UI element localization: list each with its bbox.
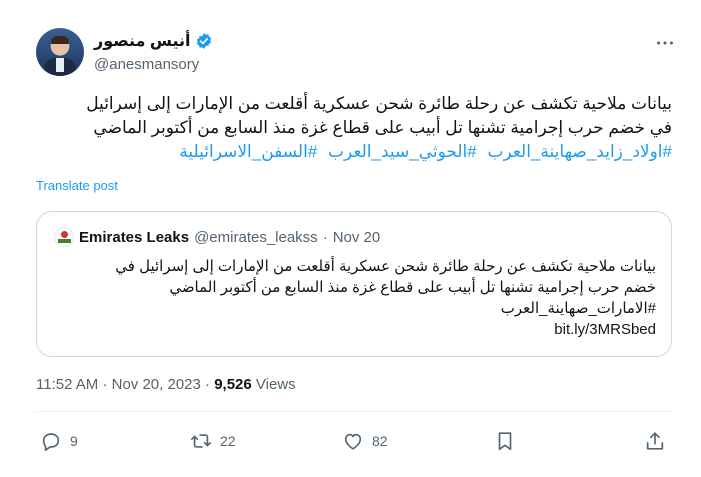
quoted-handle[interactable]: @emirates_leakss xyxy=(194,229,318,246)
quoted-avatar[interactable] xyxy=(54,227,74,247)
quoted-line: بيانات ملاحية تكشف عن رحلة طائرة شحن عسك… xyxy=(115,258,656,275)
repost-count: 22 xyxy=(220,433,236,449)
quoted-display-name[interactable]: Emirates Leaks xyxy=(79,229,189,246)
author-handle[interactable]: @anesmansory xyxy=(94,56,199,73)
views-label: Views xyxy=(255,376,296,393)
views-count[interactable]: 9,526 xyxy=(214,376,252,393)
hashtag-link[interactable]: #اولاد_زايد_صهاينة_العرب xyxy=(487,142,672,161)
bookmark-button[interactable] xyxy=(494,430,516,452)
like-count: 82 xyxy=(372,433,388,449)
reply-icon xyxy=(42,433,60,451)
separator: · xyxy=(322,228,328,246)
action-bar: 9 22 82 xyxy=(36,430,672,456)
quoted-hashtag[interactable]: #الامارات_صهاينة_العرب xyxy=(54,298,656,319)
quoted-line: خضم حرب إجرامية تشنها تل أبيب على قطاع غ… xyxy=(169,279,656,296)
bookmark-icon xyxy=(498,432,512,451)
like-button[interactable]: 82 xyxy=(342,430,388,452)
quoted-body: بيانات ملاحية تكشف عن رحلة طائرة شحن عسك… xyxy=(54,256,656,340)
translate-post-link[interactable]: Translate post xyxy=(36,178,118,193)
tweet-body: بيانات ملاحية تكشف عن رحلة طائرة شحن عسك… xyxy=(36,92,672,164)
quoted-post-header: Emirates Leaks @emirates_leakss · Nov 20 xyxy=(54,227,380,247)
more-options-icon[interactable] xyxy=(654,32,676,54)
tweet-header: أنيس منصور @anesmansory xyxy=(36,28,676,80)
repost-icon xyxy=(191,434,211,448)
reply-count: 9 xyxy=(70,433,78,449)
reply-button[interactable]: 9 xyxy=(40,430,78,452)
author-display-name[interactable]: أنيس منصور xyxy=(94,31,191,51)
heart-icon xyxy=(344,433,362,450)
separator: · xyxy=(102,376,108,393)
share-button[interactable] xyxy=(644,430,666,452)
hashtag-link[interactable]: #السفن_الاسرائيلية xyxy=(179,142,317,161)
quoted-link[interactable]: bit.ly/3MRSbed xyxy=(54,319,656,340)
hashtag-list: #اولاد_زايد_صهاينة_العرب #الحوثي_سيد_الع… xyxy=(36,140,672,164)
name-row: أنيس منصور xyxy=(94,31,213,51)
avatar-shirt xyxy=(56,58,64,72)
share-icon xyxy=(646,432,664,450)
repost-button[interactable]: 22 xyxy=(190,430,236,452)
quoted-post-card[interactable]: Emirates Leaks @emirates_leakss · Nov 20… xyxy=(36,211,672,357)
tweet-line: في خضم حرب إجرامية تشنها تل أبيب على قطا… xyxy=(93,118,672,137)
post-metadata: 11:52 AM · Nov 20, 2023 · 9,526 Views xyxy=(36,376,296,393)
post-time[interactable]: 11:52 AM xyxy=(36,376,98,393)
quoted-date[interactable]: Nov 20 xyxy=(333,229,381,246)
separator: · xyxy=(205,376,211,393)
avatar[interactable] xyxy=(36,28,84,76)
verified-badge-icon[interactable] xyxy=(195,32,213,50)
hashtag-link[interactable]: #الحوثي_سيد_العرب xyxy=(328,142,477,161)
avatar-hair xyxy=(51,36,69,44)
post-date[interactable]: Nov 20, 2023 xyxy=(112,376,201,393)
tweet-line: بيانات ملاحية تكشف عن رحلة طائرة شحن عسك… xyxy=(86,94,672,113)
divider xyxy=(36,411,672,412)
